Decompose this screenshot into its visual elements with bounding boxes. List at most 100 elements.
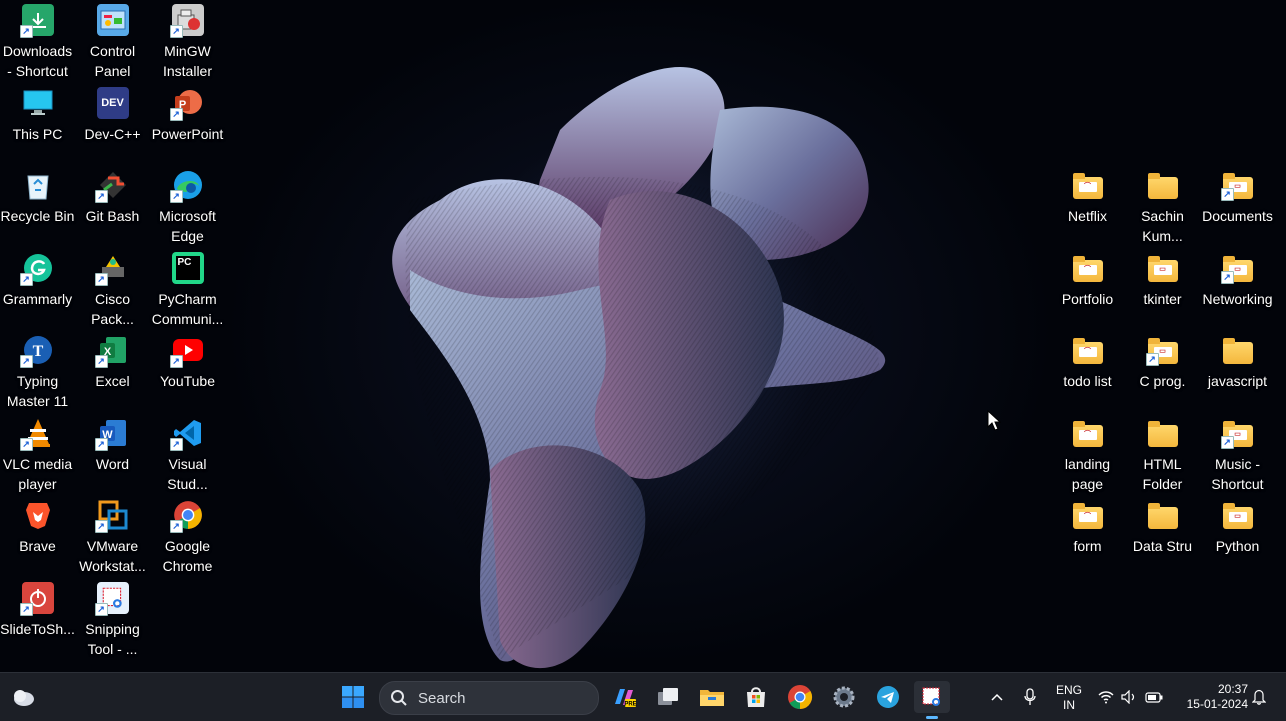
desktop-icon-label: Visual Stud... bbox=[167, 455, 208, 492]
desktop-icon-grammarly[interactable]: ↗ Grammarly bbox=[0, 250, 75, 332]
desktop-icon-typing-master-11[interactable]: T ↗ Typing Master 11 bbox=[0, 332, 75, 414]
mouse-cursor-icon bbox=[987, 410, 1001, 431]
file-explorer-icon[interactable] bbox=[696, 681, 728, 713]
desktop-folder-netflix[interactable]: ⌒ Netflix bbox=[1050, 167, 1125, 249]
task-view-icon[interactable] bbox=[652, 681, 684, 713]
desktop-icon-this-pc[interactable]: This PC bbox=[0, 85, 75, 167]
desktop-icon-label: This PC bbox=[12, 125, 63, 142]
desktop-icon-recycle-bin[interactable]: Recycle Bin bbox=[0, 167, 75, 249]
desktop-icon-excel[interactable]: X ↗ Excel bbox=[75, 332, 150, 414]
wallpaper-ribbon-image bbox=[392, 66, 886, 669]
desktop-folder-portfolio[interactable]: ⌒ Portfolio bbox=[1050, 250, 1125, 332]
desktop-folder-landing-page[interactable]: ⌒ landing page bbox=[1050, 415, 1125, 497]
settings-icon[interactable] bbox=[828, 681, 860, 713]
svg-text:T: T bbox=[32, 343, 43, 360]
snipping-tool-taskbar-icon[interactable] bbox=[914, 681, 950, 719]
folder-icon bbox=[1147, 499, 1179, 531]
desktop-icon-dev-c[interactable]: DEV Dev-C++ bbox=[75, 85, 150, 167]
desktop-icon-label: PowerPoint bbox=[151, 125, 224, 142]
desktop-icon-label: Recycle Bin bbox=[0, 208, 75, 224]
taskbar-search-box[interactable]: Search bbox=[379, 681, 599, 715]
desktop-icon-mingw-installer[interactable]: ↗ MinGW Installer bbox=[150, 2, 225, 84]
desktop-icon-visual-stud[interactable]: ↗ Visual Stud... bbox=[150, 415, 225, 497]
cisco-packet-tracer-icon: ↗ bbox=[94, 252, 129, 286]
powerpoint-icon: P ↗ bbox=[169, 87, 204, 121]
desktop-icon-downloads-shortcut[interactable]: ↗ Downloads - Shortcut bbox=[0, 2, 75, 84]
folder-icon: ▭ ↗ bbox=[1220, 417, 1254, 449]
folder-icon: ⌒ bbox=[1072, 334, 1104, 366]
weather-icon[interactable] bbox=[7, 681, 39, 713]
volume-icon[interactable] bbox=[1119, 681, 1139, 713]
svg-text:PRE: PRE bbox=[624, 702, 636, 708]
battery-icon[interactable] bbox=[1143, 681, 1165, 713]
chrome-icon: ↗ bbox=[169, 499, 204, 533]
desktop-icon-label: Git Bash bbox=[85, 208, 140, 224]
folder-icon bbox=[1222, 334, 1254, 366]
desktop-folder-label: Sachin Kum... bbox=[1141, 208, 1184, 244]
excel-icon: X ↗ bbox=[94, 334, 129, 368]
desktop-icon-youtube[interactable]: ↗ YouTube bbox=[150, 332, 225, 414]
desktop-icon-label: Brave bbox=[19, 538, 56, 554]
desktop-folder-sachin-kum[interactable]: Sachin Kum... bbox=[1125, 167, 1200, 249]
desktop-folder-data-stru[interactable]: Data Stru bbox=[1125, 497, 1200, 579]
active-indicator bbox=[926, 716, 938, 719]
desktop-icon-google-chrome[interactable]: ↗ Google Chrome bbox=[150, 497, 225, 579]
desktop-folder-label: Documents bbox=[1202, 208, 1273, 224]
desktop-icon-microsoft-edge[interactable]: ↗ Microsoft Edge bbox=[150, 167, 225, 249]
wifi-icon[interactable] bbox=[1096, 681, 1116, 713]
desktop: ↗ Downloads - Shortcut Control Panel ↗ MinGW… bbox=[0, 0, 1286, 672]
desktop-icon-label: Dev-C++ bbox=[84, 125, 141, 142]
mingw-installer-icon: ↗ bbox=[169, 4, 204, 38]
telegram-icon[interactable] bbox=[872, 681, 904, 713]
clock[interactable]: 20:37 15-01-2024 bbox=[1174, 682, 1248, 712]
desktop-icon-word[interactable]: W ↗ Word bbox=[75, 415, 150, 497]
vmware-icon: ↗ bbox=[94, 499, 129, 533]
notification-bell-icon[interactable] bbox=[1249, 681, 1269, 713]
desktop-icon-cisco-pack[interactable]: ↗ Cisco Pack... bbox=[75, 250, 150, 332]
desktop-folder-documents[interactable]: ▭ ↗ Documents bbox=[1200, 167, 1275, 249]
desktop-icon-slidetosh[interactable]: ↗ SlideToSh... bbox=[0, 580, 75, 662]
region-label: IN bbox=[1063, 698, 1075, 712]
desktop-folder-javascript[interactable]: javascript bbox=[1200, 332, 1275, 414]
desktop-icon-pycharm-communi[interactable]: PC PyCharm Communi... bbox=[150, 250, 225, 332]
desktop-icon-label: Cisco Pack... bbox=[91, 290, 134, 327]
desktop-folder-label: javascript bbox=[1207, 373, 1268, 389]
copilot-icon[interactable]: PRE bbox=[608, 681, 640, 713]
microsoft-store-icon[interactable] bbox=[740, 681, 772, 713]
folder-icon: ⌒ bbox=[1072, 252, 1104, 284]
desktop-folder-music-shortcut[interactable]: ▭ ↗ Music - Shortcut bbox=[1200, 415, 1275, 497]
chrome-icon[interactable] bbox=[784, 681, 816, 713]
desktop-icon-label: Microsoft Edge bbox=[159, 208, 216, 244]
desktop-icon-git-bash[interactable]: ↗ Git Bash bbox=[75, 167, 150, 249]
desktop-icon-brave[interactable]: Brave bbox=[0, 497, 75, 579]
desktop-folder-tkinter[interactable]: ▭ tkinter bbox=[1125, 250, 1200, 332]
typing-master-icon: T ↗ bbox=[19, 334, 54, 368]
desktop-folder-html-folder[interactable]: HTML Folder bbox=[1125, 415, 1200, 497]
input-language[interactable]: ENG IN bbox=[1052, 683, 1086, 713]
desktop-folder-label: C prog. bbox=[1139, 373, 1186, 389]
desktop-folder-label: Data Stru bbox=[1132, 538, 1193, 554]
vscode-icon: ↗ bbox=[169, 417, 204, 451]
desktop-icon-label: SlideToSh... bbox=[0, 620, 75, 637]
start-icon[interactable] bbox=[337, 681, 369, 713]
desktop-icon-label: Control Panel bbox=[89, 43, 136, 79]
desktop-icon-vmware-workstat[interactable]: ↗ VMware Workstat... bbox=[75, 497, 150, 579]
desktop-folder-networking[interactable]: ▭ ↗ Networking bbox=[1200, 250, 1275, 332]
microphone-icon[interactable] bbox=[1018, 681, 1042, 713]
desktop-folder-label: Python bbox=[1215, 538, 1260, 554]
desktop-folder-label: HTML Folder bbox=[1142, 455, 1183, 492]
desktop-folder-todo-list[interactable]: ⌒ todo list bbox=[1050, 332, 1125, 414]
desktop-icon-powerpoint[interactable]: P ↗ PowerPoint bbox=[150, 85, 225, 167]
desktop-icon-label: Google Chrome bbox=[162, 538, 213, 574]
folder-icon: ▭ ↗ bbox=[1220, 252, 1254, 284]
desktop-icon-label: Typing Master 11 bbox=[6, 373, 69, 409]
desktop-folder-python[interactable]: ▭ Python bbox=[1200, 497, 1275, 579]
desktop-folder-c-prog[interactable]: ▭ ↗ C prog. bbox=[1125, 332, 1200, 414]
desktop-icon-control-panel[interactable]: Control Panel bbox=[75, 2, 150, 84]
desktop-icon-vlc-media-player[interactable]: ↗ VLC media player bbox=[0, 415, 75, 497]
show-hidden-icons-chevron-icon[interactable] bbox=[986, 681, 1008, 713]
desktop-icon-snipping-tool[interactable]: ↗ Snipping Tool - ... bbox=[75, 580, 150, 662]
folder-icon: ▭ bbox=[1222, 499, 1254, 531]
folder-icon: ⌒ bbox=[1072, 417, 1104, 449]
desktop-folder-form[interactable]: ⌒ form bbox=[1050, 497, 1125, 579]
